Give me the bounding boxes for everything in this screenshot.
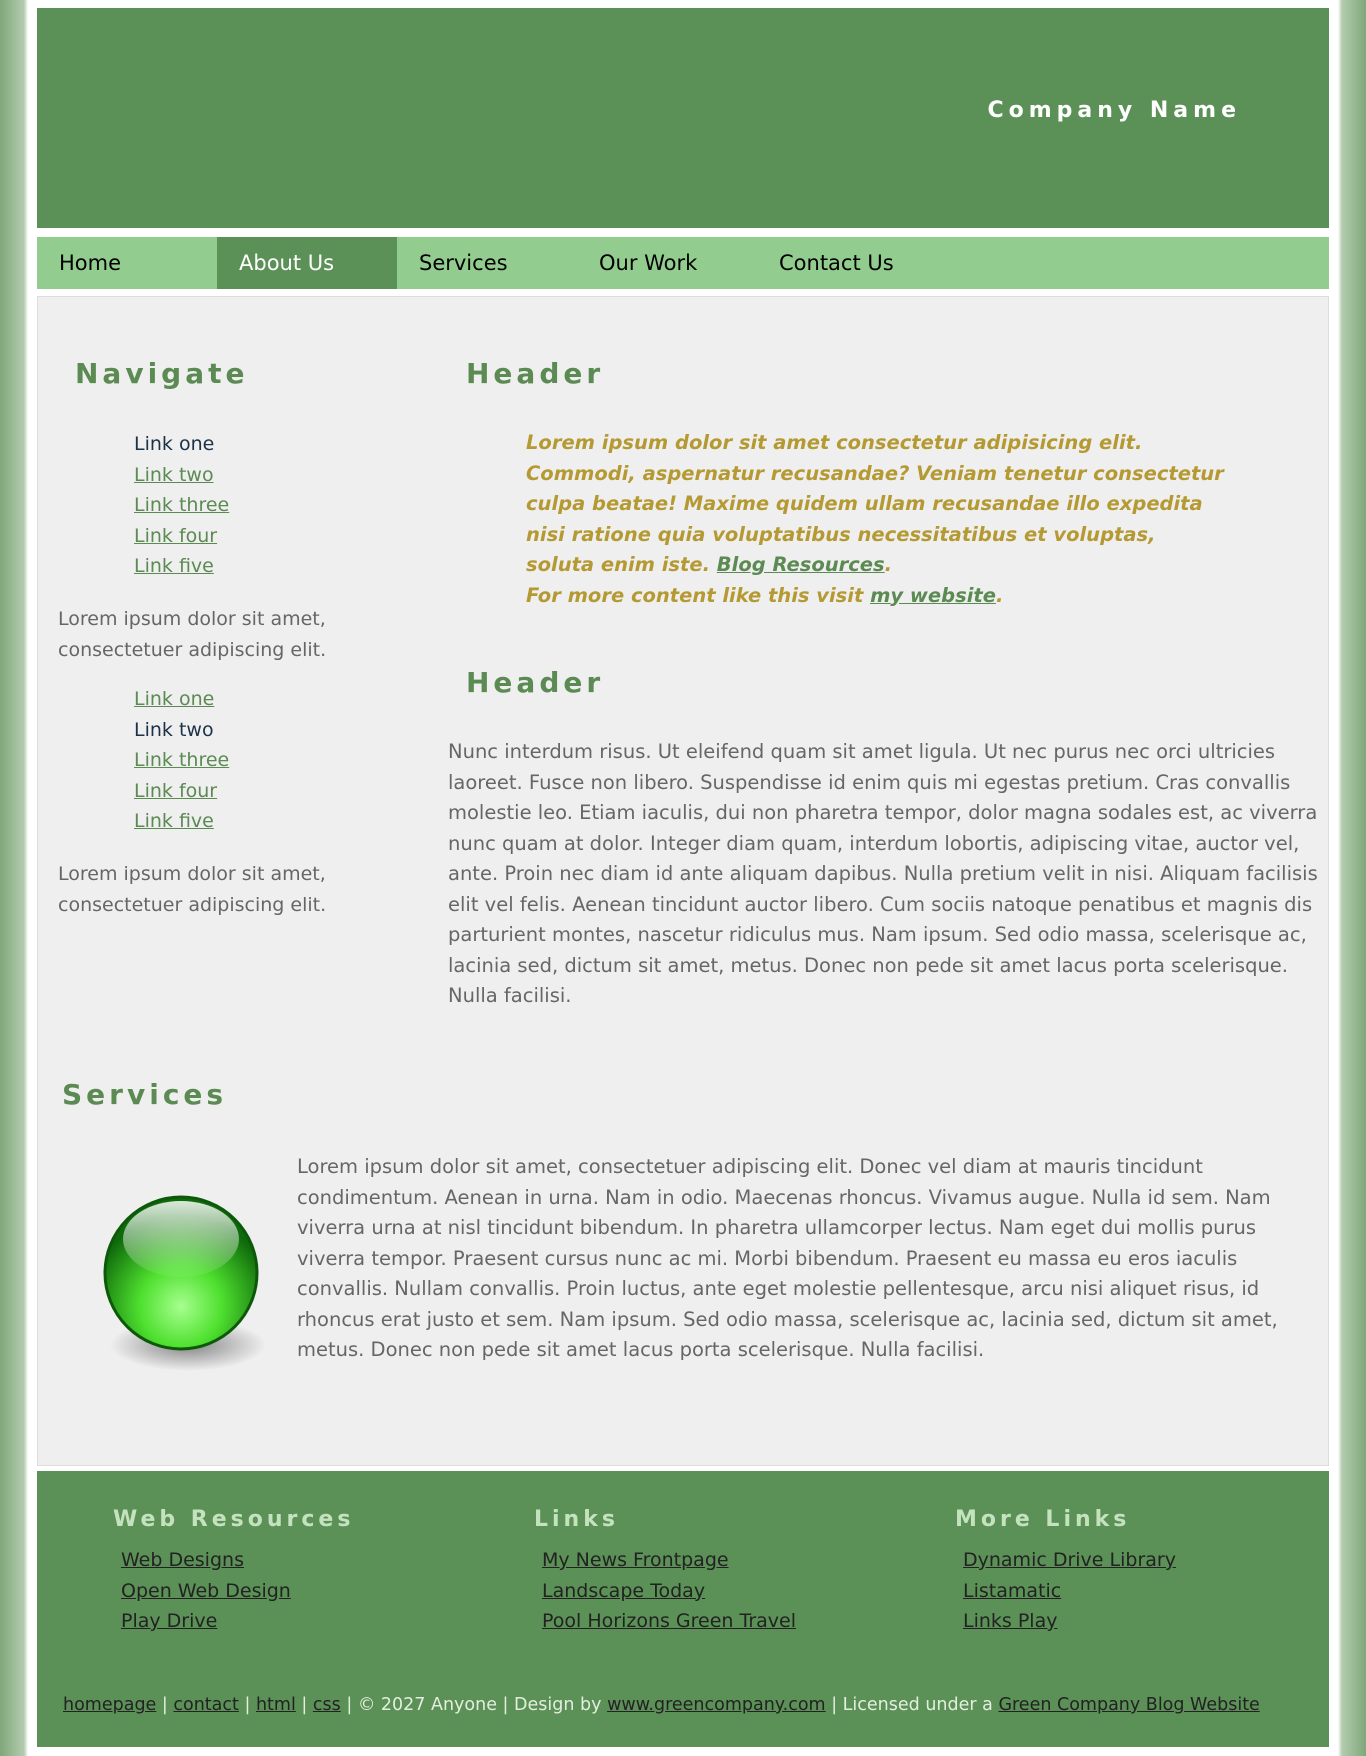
sidebar-text: Lorem ipsum dolor sit amet, consectetuer… [58,863,327,916]
nav-item-contact-us[interactable]: Contact Us [757,237,937,289]
list-item: Pool Horizons Green Travel [542,1606,796,1637]
separator: | [161,1695,168,1715]
site-header: Company Name [37,8,1329,228]
blog-resources-link[interactable]: Blog Resources [717,553,885,576]
sidebar-link[interactable]: Link five [134,555,214,577]
sidebar-text: Lorem ipsum dolor sit amet, consectetuer… [58,608,327,661]
services-title: Services [62,1078,228,1111]
footer-col-title: Links [534,1507,619,1532]
list-item: Link five [134,806,229,837]
list-item: Link one [134,429,229,460]
sidebar-link[interactable]: Link five [134,810,214,832]
sidebar-link-current[interactable]: Link one [134,433,214,455]
license-link[interactable]: Green Company Blog Website [998,1695,1259,1715]
licensed-text: Licensed under a [842,1695,993,1715]
list-item: My News Frontpage [542,1545,796,1576]
quote-more-text: For more content like this visit [526,583,864,607]
footer-link[interactable]: Play Drive [121,1610,217,1632]
separator: | [831,1695,838,1715]
design-link[interactable]: www.greencompany.com [607,1695,826,1715]
main-nav: Home About Us Services Our Work Contact … [37,237,1329,289]
main-header-2: Header [466,666,605,699]
nav-item-home[interactable]: Home [37,237,217,289]
footer-link[interactable]: Landscape Today [542,1580,705,1602]
footer-link[interactable]: My News Frontpage [542,1549,729,1571]
footer-link[interactable]: Links Play [963,1610,1057,1632]
html-link[interactable]: html [256,1695,296,1715]
sidebar-links-group-2: Link one Link two Link three Link four L… [134,684,229,837]
quote-block: Lorem ipsum dolor sit amet consectetur a… [526,431,1224,607]
footer-links-col-1: Web Designs Open Web Design Play Drive [121,1545,291,1637]
nav-item-about-us[interactable]: About Us [217,237,397,289]
list-item: Link four [134,776,229,807]
nav-item-our-work[interactable]: Our Work [577,237,757,289]
list-item: Dynamic Drive Library [963,1545,1176,1576]
footer-link[interactable]: Listamatic [963,1580,1061,1602]
list-item: Link three [134,745,229,776]
list-item: Play Drive [121,1606,291,1637]
list-item: Listamatic [963,1576,1176,1607]
services-text: Lorem ipsum dolor sit amet, consectetuer… [297,1155,1278,1361]
footer-links-col-3: Dynamic Drive Library Listamatic Links P… [963,1545,1176,1637]
contact-link[interactable]: contact [173,1695,239,1715]
green-orb-icon [103,1195,266,1371]
design-by-text: Design by [514,1695,602,1715]
sidebar-links-group-1: Link one Link two Link three Link four L… [134,429,229,582]
list-item: Link three [134,490,229,521]
css-link[interactable]: css [313,1695,341,1715]
content-area: Navigate Link one Link two Link three Li… [37,296,1329,1466]
sidebar-title: Navigate [75,357,249,390]
page-wrapper: Company Name Home About Us Services Our … [28,0,1338,1756]
sidebar-link[interactable]: Link three [134,494,229,516]
company-name: Company Name [987,98,1241,123]
footer-col-title: More Links [955,1507,1131,1532]
list-item: Landscape Today [542,1576,796,1607]
main-paragraph: Nunc interdum risus. Ut eleifend quam si… [448,740,1318,1007]
main-header-1: Header [466,357,605,390]
footer-link[interactable]: Web Designs [121,1549,244,1571]
footer-links-col-2: My News Frontpage Landscape Today Pool H… [542,1545,796,1637]
list-item: Links Play [963,1606,1176,1637]
list-item: Link four [134,521,229,552]
footer-bottom-line: homepage | contact | html | css | © 2027… [63,1695,1260,1715]
footer-col-title: Web Resources [113,1507,355,1532]
my-website-link[interactable]: my website [870,584,996,607]
copyright-text: © 2027 Anyone [357,1695,497,1715]
footer-link[interactable]: Dynamic Drive Library [963,1549,1176,1571]
site-footer: Web Resources Web Designs Open Web Desig… [37,1471,1329,1747]
sidebar-link[interactable]: Link three [134,749,229,771]
homepage-link[interactable]: homepage [63,1695,156,1715]
sidebar-link[interactable]: Link four [134,525,217,547]
separator: | [244,1695,251,1715]
list-item: Link five [134,551,229,582]
list-item: Link two [134,715,229,746]
footer-link[interactable]: Open Web Design [121,1580,291,1602]
sidebar-link-current[interactable]: Link two [134,719,214,741]
list-item: Open Web Design [121,1576,291,1607]
separator: | [346,1695,353,1715]
separator: | [301,1695,308,1715]
list-item: Web Designs [121,1545,291,1576]
sidebar-link[interactable]: Link one [134,688,214,710]
separator: | [502,1695,509,1715]
list-item: Link one [134,684,229,715]
list-item: Link two [134,460,229,491]
footer-link[interactable]: Pool Horizons Green Travel [542,1610,796,1632]
nav-item-services[interactable]: Services [397,237,577,289]
sidebar-link[interactable]: Link four [134,780,217,802]
sidebar-link[interactable]: Link two [134,464,214,486]
